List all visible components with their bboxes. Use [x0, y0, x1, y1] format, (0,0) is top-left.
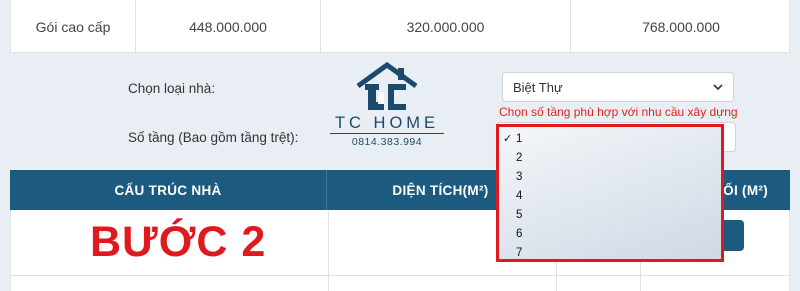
floor-option[interactable]: 3: [499, 168, 721, 187]
floor-option-label: 4: [516, 190, 523, 202]
floor-option[interactable]: 7: [499, 244, 721, 263]
table-action-button[interactable]: [722, 220, 744, 251]
package-name: Gói cao cấp: [11, 0, 136, 53]
finish-cost: 320.000.000: [321, 0, 571, 53]
logo-brand-text: TC HOME: [334, 114, 440, 132]
floor-option-label: 1: [516, 133, 523, 145]
floor-option[interactable]: 2: [499, 149, 721, 168]
step-label: BƯỚC 2: [90, 218, 267, 266]
logo-phone: 0814.383.994: [351, 136, 423, 148]
total-cost: 768.000.000: [642, 18, 720, 35]
tc-home-logo: TC HOME 0814.383.994: [328, 62, 446, 152]
rough-cost: 448.000.000: [136, 0, 321, 53]
floor-option-label: 3: [516, 171, 523, 183]
floor-option-label: 7: [516, 247, 523, 259]
check-icon: ✓: [503, 133, 513, 145]
floor-option[interactable]: ✓ 1: [499, 130, 721, 149]
house-logo-icon: [356, 62, 418, 110]
floors-label: Số tầng (Bao gồm tầng trệt):: [128, 130, 299, 145]
floor-option-label: 2: [516, 152, 523, 164]
house-type-value: Biệt Thự: [513, 79, 563, 95]
logo-divider: [330, 133, 444, 134]
floors-dropdown-list[interactable]: ✓ 1 2 3 4 5 6 7: [496, 124, 724, 262]
floor-option-label: 6: [516, 228, 523, 240]
row-divider: [11, 275, 791, 276]
floor-option[interactable]: 5: [499, 206, 721, 225]
house-type-label: Chọn loại nhà:: [128, 81, 216, 96]
column-divider: [328, 210, 329, 291]
col-structure: CẤU TRÚC NHÀ: [10, 170, 327, 210]
floors-hint: Chọn số tầng phù hợp với nhu cầu xây dựn…: [499, 105, 738, 119]
house-type-select[interactable]: Biệt Thự: [502, 72, 734, 102]
pricing-row: Gói cao cấp 448.000.000 320.000.000 768.…: [10, 0, 790, 53]
floor-option[interactable]: 4: [499, 187, 721, 206]
floor-option[interactable]: 6: [499, 225, 721, 244]
chevron-down-icon: [713, 84, 723, 91]
floor-option-label: 5: [516, 209, 523, 221]
